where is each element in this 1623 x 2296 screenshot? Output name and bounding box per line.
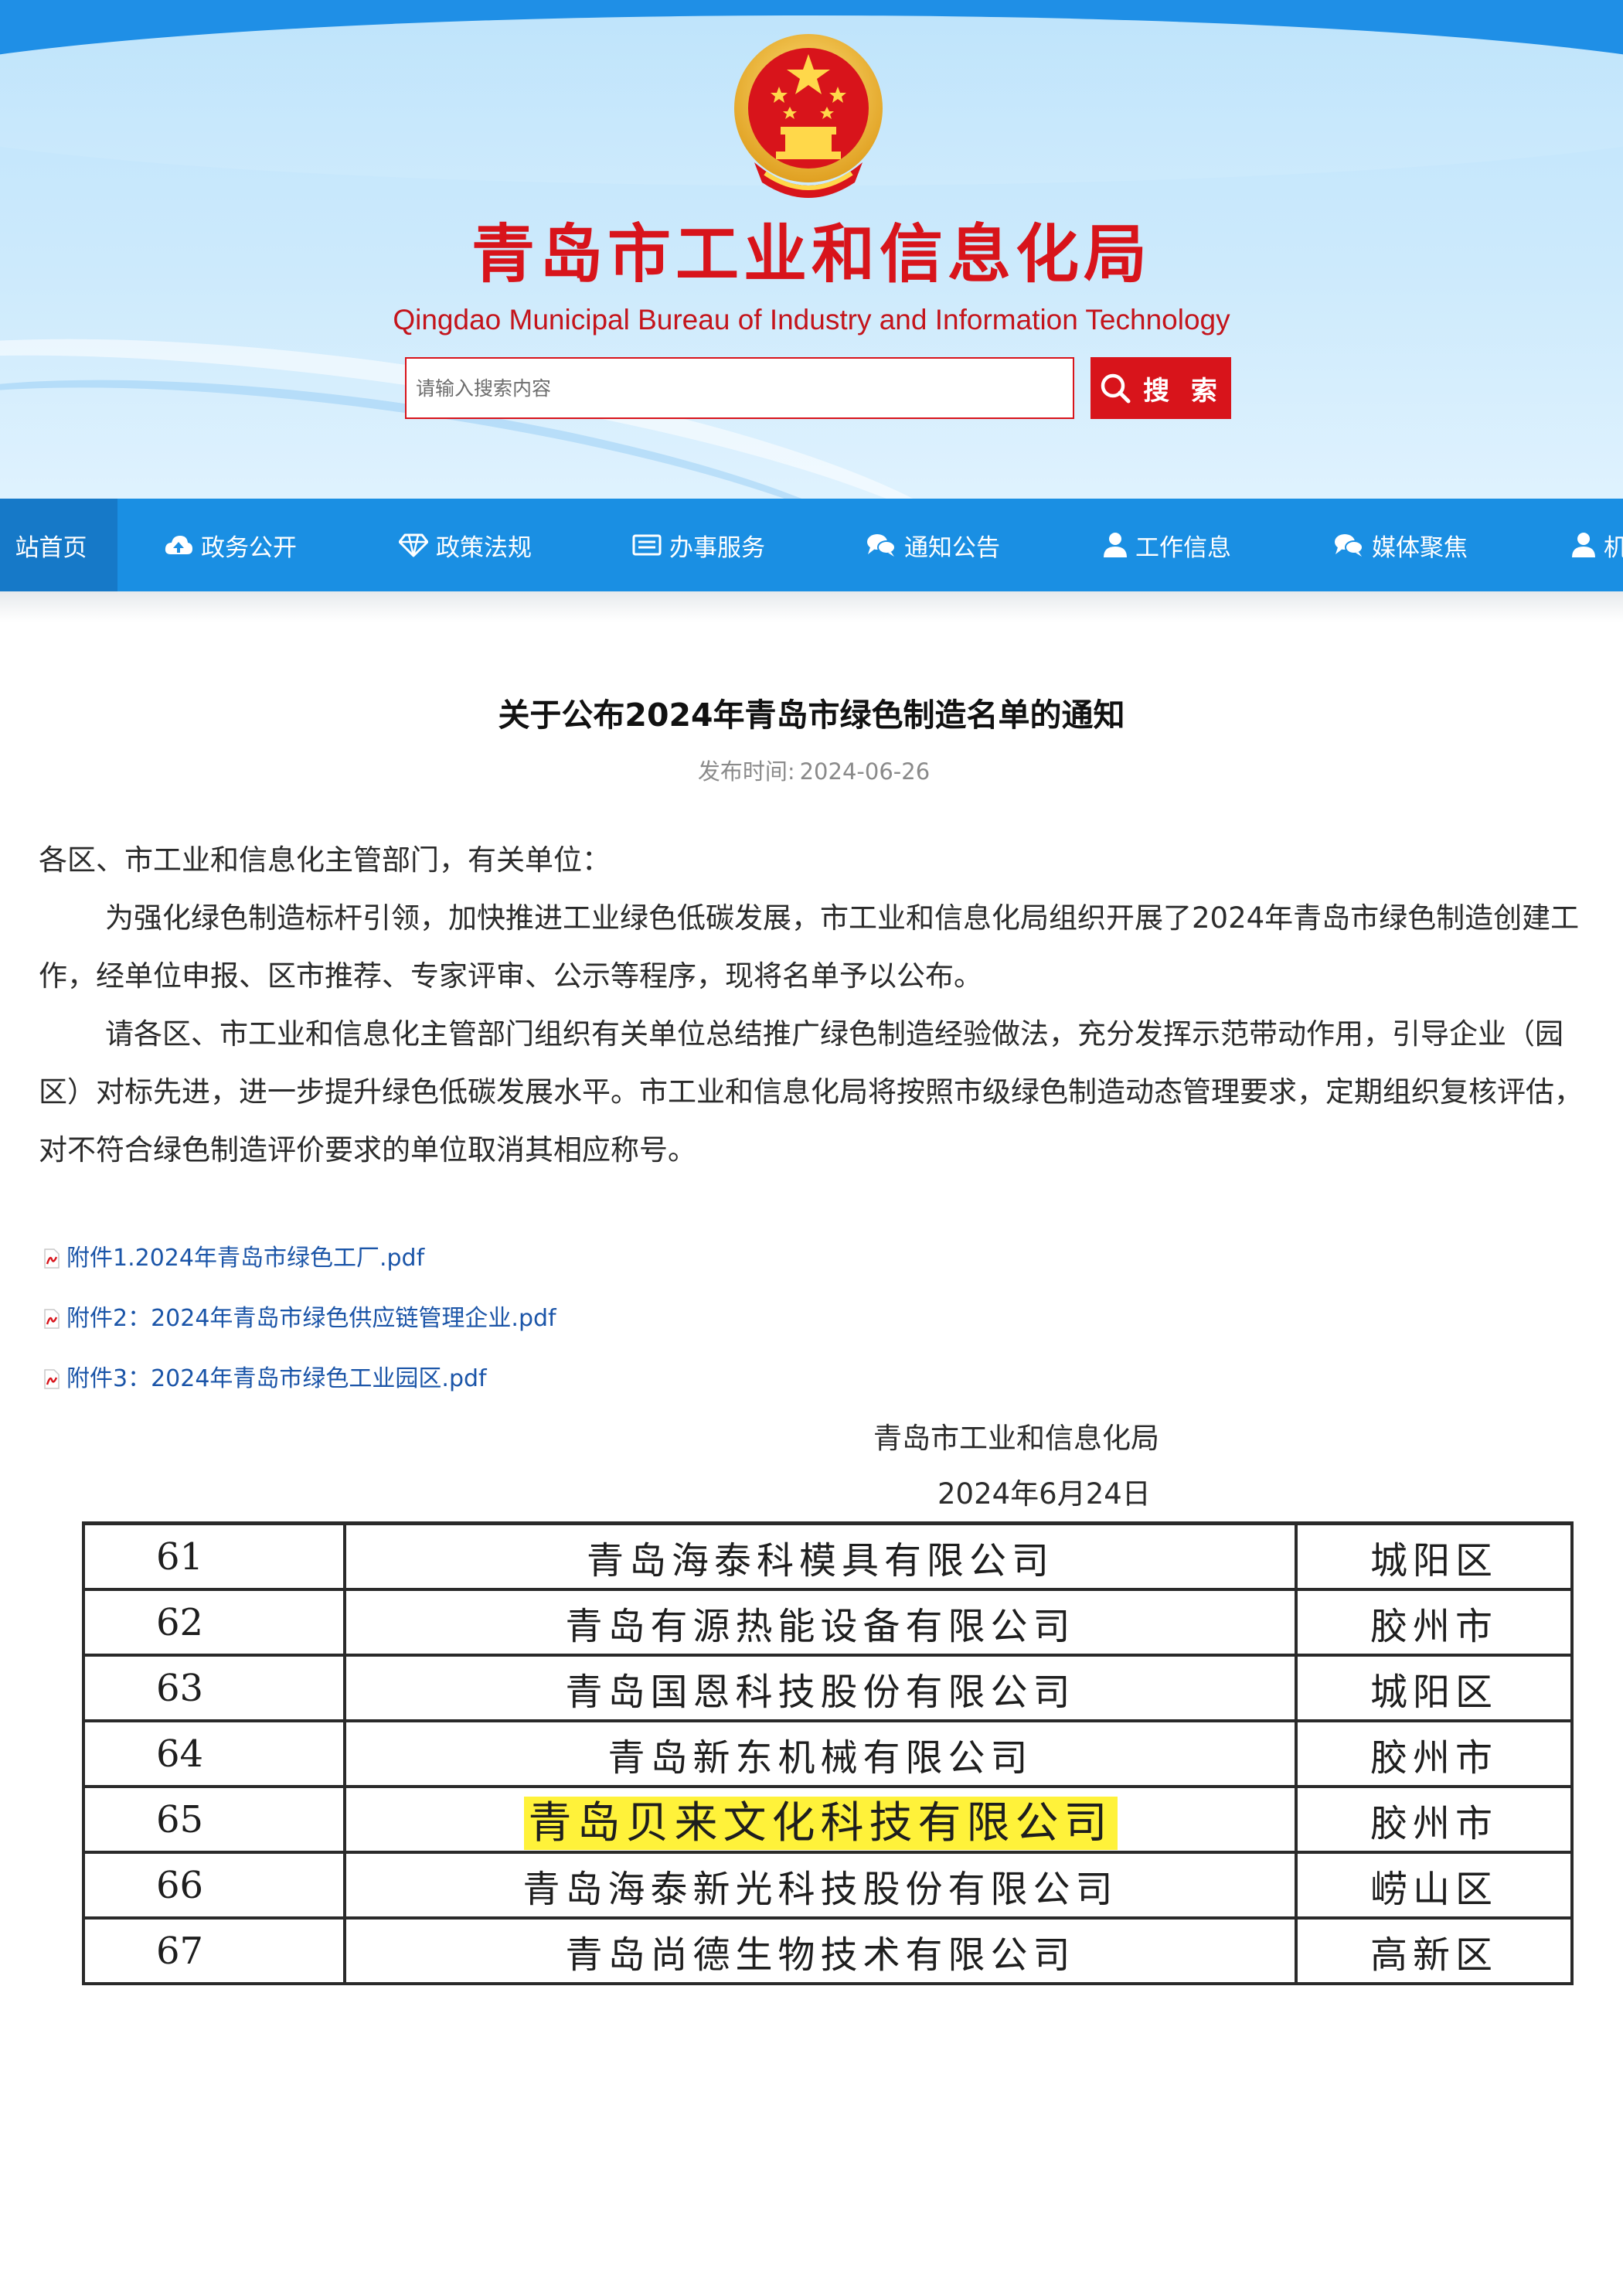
site-subtitle: Qingdao Municipal Bureau of Industry and… [393,304,1230,336]
signature-date: 2024年6月24日 [937,1477,1151,1511]
table-row: 63 青岛国恩科技股份有限公司 城阳区 [82,1654,1574,1722]
user-icon [1572,533,1595,557]
nav-shadow-divider [0,591,1623,622]
table-row: 61 青岛海泰科模具有限公司 城阳区 [82,1521,1574,1591]
row-number: 62 [82,1588,346,1657]
article-paragraph: 为强化绿色制造标杆引领，加快推进工业绿色低碳发展，市工业和信息化局组织开展了20… [39,901,1580,993]
row-number: 67 [82,1916,346,1985]
nav-item-label: 政务公开 [201,533,297,562]
article-title: 关于公布2024年青岛市绿色制造名单的通知 [498,697,1125,734]
district-cell: 城阳区 [1295,1654,1574,1722]
attachment-link[interactable]: 附件3：2024年青岛市绿色工业园区.pdf [43,1364,487,1395]
chat-bubbles-icon [867,534,896,557]
table-row: 64 青岛新东机械有限公司 胶州市 [82,1719,1574,1788]
diamond-icon [399,533,428,557]
table-row: 62 青岛有源热能设备有限公司 胶州市 [82,1588,1574,1657]
pdf-file-icon [44,1309,60,1329]
search-input[interactable] [405,357,1074,419]
table-row: 66 青岛海泰新光科技股份有限公司 崂山区 [82,1851,1574,1920]
row-number: 63 [82,1654,346,1722]
search-button-label: 搜 索 [1143,375,1223,407]
nav-item-organization[interactable]: 机 [1571,499,1623,591]
nav-item-work-info[interactable]: 工作信息 [1103,499,1231,591]
publish-date-value: 2024-06-26 [799,758,931,785]
site-header: 青岛市工业和信息化局 Qingdao Municipal Bureau of I… [0,0,1623,499]
signature-organization: 青岛市工业和信息化局 [873,1422,1159,1455]
nav-item-label: 办事服务 [669,533,765,562]
nav-item-notices[interactable]: 通知公告 [866,499,1000,591]
company-name-cell: 青岛贝来文化科技有限公司 [343,1785,1298,1854]
search-button[interactable]: 搜 索 [1091,357,1231,419]
company-name-cell: 青岛国恩科技股份有限公司 [343,1654,1298,1722]
row-number: 66 [82,1851,346,1920]
national-emblem-icon [734,34,883,198]
table-row: 67 青岛尚德生物技术有限公司 高新区 [82,1916,1574,1985]
district-cell: 高新区 [1295,1916,1574,1985]
attachment-link[interactable]: 附件1.2024年青岛市绿色工厂.pdf [43,1243,424,1274]
nav-item-label: 媒体聚焦 [1372,533,1468,562]
attachment-link-label: 附件1.2024年青岛市绿色工厂.pdf [66,1245,425,1272]
nav-item-government-affairs[interactable]: 政务公开 [164,499,297,591]
district-cell: 城阳区 [1295,1521,1574,1591]
district-cell: 胶州市 [1295,1588,1574,1657]
user-icon [1104,533,1127,557]
nav-item-label: 机 [1604,533,1623,562]
company-name-cell: 青岛尚德生物技术有限公司 [343,1916,1298,1985]
nav-item-label: 政策法规 [436,533,532,562]
company-name-cell: 青岛海泰科模具有限公司 [343,1521,1298,1591]
district-cell: 崂山区 [1295,1851,1574,1920]
company-name-cell: 青岛新东机械有限公司 [343,1719,1298,1788]
nav-item-policies[interactable]: 政策法规 [399,499,532,591]
company-name-cell: 青岛有源热能设备有限公司 [343,1588,1298,1657]
pdf-file-icon [44,1369,60,1389]
attachment-link[interactable]: 附件2：2024年青岛市绿色供应链管理企业.pdf [43,1303,556,1334]
nav-item-home[interactable]: 站首页 [0,499,117,591]
cloud-upload-icon [165,536,192,554]
company-name-cell: 青岛海泰新光科技股份有限公司 [343,1851,1298,1920]
pdf-file-icon [44,1248,60,1269]
attachment-link-label: 附件3：2024年青岛市绿色工业园区.pdf [66,1365,487,1392]
chat-bubbles-icon [1335,534,1363,557]
search-icon [1101,373,1131,404]
nav-item-label: 站首页 [15,533,87,562]
main-navigation: 站首页 政务公开 政策法规 办事服务 通知公告 工作信息 媒体聚焦 机 [0,499,1623,591]
nav-item-media[interactable]: 媒体聚焦 [1333,499,1468,591]
card-icon [632,534,662,556]
row-number: 64 [82,1719,346,1788]
row-number: 61 [82,1521,346,1591]
nav-item-label: 工作信息 [1135,533,1231,562]
row-number: 65 [82,1785,346,1854]
highlighted-company-name: 青岛贝来文化科技有限公司 [523,1797,1118,1850]
table-body: 61 青岛海泰科模具有限公司 城阳区 62 青岛有源热能设备有限公司 胶州市 63 青岛国恩科… [82,1521,1574,1985]
district-cell: 胶州市 [1295,1785,1574,1854]
district-cell: 胶州市 [1295,1719,1574,1788]
nav-item-services[interactable]: 办事服务 [632,499,765,591]
nav-item-label: 通知公告 [904,533,1000,562]
article-paragraph: 请各区、市工业和信息化主管部门组织有关单位总结推广绿色制造经验做法，充分发挥示范… [39,1017,1583,1167]
publish-date-label: 发布时间: [697,758,795,785]
green-manufacturing-list-table: 61 青岛海泰科模具有限公司 城阳区 62 青岛有源热能设备有限公司 胶州市 63 青岛国恩科… [82,1521,1574,1985]
table-row: 65 青岛贝来文化科技有限公司 胶州市 [82,1785,1574,1854]
publish-date: 发布时间: 2024-06-26 [0,756,1623,787]
site-title: 青岛市工业和信息化局 [471,218,1152,291]
article-salutation: 各区、市工业和信息化主管部门，有关单位： [39,843,611,877]
attachment-link-label: 附件2：2024年青岛市绿色供应链管理企业.pdf [66,1305,556,1332]
